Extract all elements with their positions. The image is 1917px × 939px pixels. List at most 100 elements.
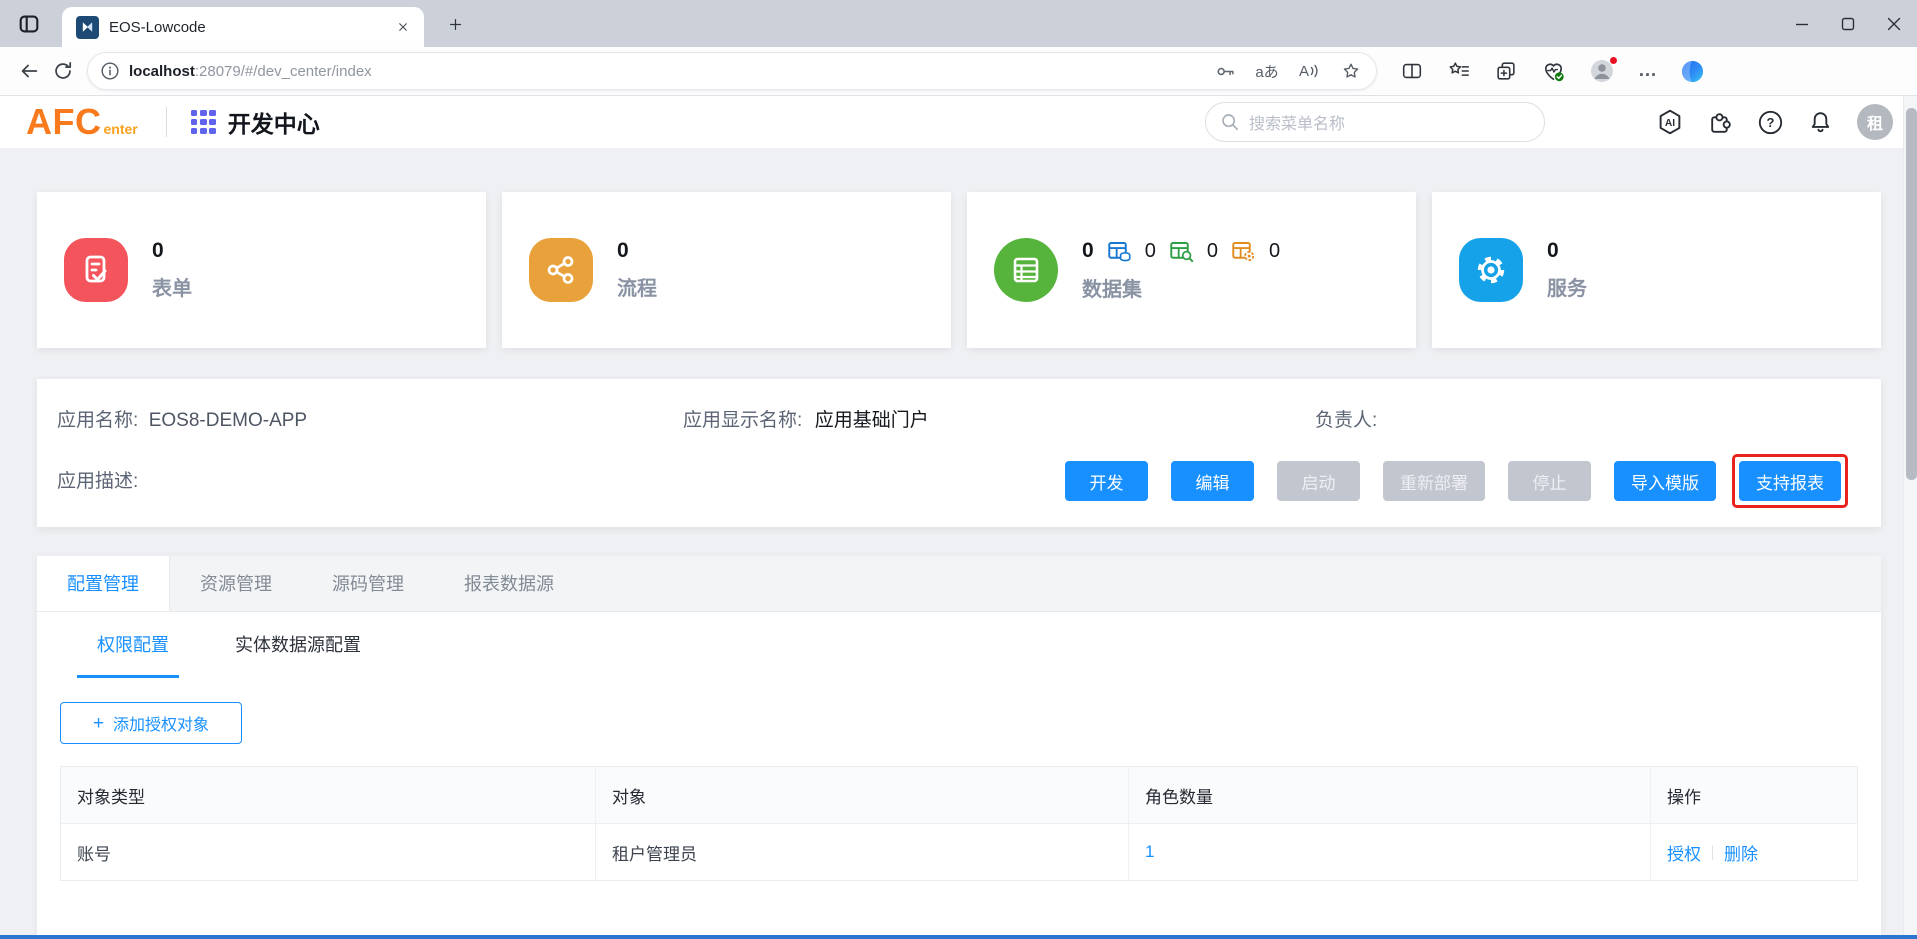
support-report-button[interactable]: 支持报表 [1739,461,1841,501]
profile-avatar[interactable] [1589,58,1615,84]
services-count: 0 [1547,239,1587,263]
search-icon [1220,112,1240,132]
app-name-label: 应用名称: [57,410,138,431]
browser-tab[interactable]: EOS-Lowcode [62,7,424,47]
stat-card-forms[interactable]: 0 表单 [37,192,486,348]
app-owner-label: 负责人: [1315,410,1377,431]
svg-text:?: ? [1767,115,1775,130]
config-card: 配置管理 资源管理 源码管理 报表数据源 权限配置 实体数据源配置 + 添加授权… [37,556,1881,939]
window-controls [1779,0,1917,47]
datasets-count: 0 [1082,239,1094,263]
browser-toolbar: localhost:28079/#/dev_center/index aあ A [0,47,1917,96]
url-text[interactable]: localhost:28079/#/dev_center/index [129,63,1208,80]
svg-text:AI: AI [1665,118,1675,129]
app-description-label: 应用描述: [57,466,138,493]
redeploy-button: 重新部署 [1383,461,1485,501]
header-icons: AI ? 租 [1656,104,1893,140]
page-title: 开发中心 [228,105,320,139]
dataset-search-count: 0 [1207,240,1218,263]
develop-button[interactable]: 开发 [1065,461,1148,501]
page-scrollbar[interactable] [1903,96,1917,939]
authorization-table: 对象类型 对象 角色数量 操作 账号 租户管理员 1 授权 删除 [60,766,1858,881]
collections-icon[interactable] [1494,59,1518,83]
cell-object: 租户管理员 [596,824,1129,880]
form-icon [64,238,128,302]
tenant-avatar[interactable]: 租 [1857,104,1893,140]
password-key-icon[interactable] [1208,54,1242,88]
datasets-label: 数据集 [1082,273,1280,302]
tab-resource-management[interactable]: 资源管理 [170,556,302,611]
address-bar[interactable]: localhost:28079/#/dev_center/index aあ A [88,53,1376,89]
notifications-bell-icon[interactable] [1807,109,1834,136]
stat-card-datasets[interactable]: 0 0 0 0 数据集 [967,192,1416,348]
tab-title: EOS-Lowcode [109,19,390,36]
copilot-icon[interactable] [1680,59,1705,84]
maximize-button[interactable] [1825,0,1871,47]
tab-close-icon[interactable] [390,14,416,40]
tab-config-management[interactable]: 配置管理 [37,556,170,611]
action-divider [1712,845,1713,860]
subtab-permission-config[interactable]: 权限配置 [87,612,179,678]
profile-notification-dot [1609,56,1618,65]
afcenter-logo[interactable]: AFC enter [26,106,138,138]
url-host: localhost [129,63,195,80]
role-count-link[interactable]: 1 [1145,842,1154,862]
subtab-entity-datasource-config[interactable]: 实体数据源配置 [225,612,371,678]
browser-essentials-icon[interactable] [1541,59,1566,84]
process-icon [529,238,593,302]
cell-object-type: 账号 [61,824,596,880]
tab-actions-icon[interactable] [14,9,44,39]
add-authorization-button[interactable]: + 添加授权对象 [60,702,242,744]
close-window-button[interactable] [1871,0,1917,47]
dataset-icon [994,238,1058,302]
plugins-icon[interactable] [1707,109,1734,136]
window-bottom-border [0,935,1917,939]
table-header-row: 对象类型 对象 角色数量 操作 [61,767,1857,823]
forms-count: 0 [152,239,192,263]
tab-source-management[interactable]: 源码管理 [302,556,434,611]
delete-link[interactable]: 删除 [1724,840,1758,865]
refresh-icon[interactable] [46,54,80,88]
app-info-card: 应用名称: EOS8-DEMO-APP 应用显示名称: 应用基础门户 负责人: … [37,379,1881,527]
toolbar-icons: … [1400,58,1705,84]
translate-icon[interactable]: aあ [1250,54,1284,88]
authorize-link[interactable]: 授权 [1667,840,1701,865]
forms-label: 表单 [152,272,192,301]
column-object: 对象 [596,767,1129,823]
back-icon[interactable] [12,54,46,88]
ai-assistant-icon[interactable]: AI [1656,108,1684,136]
edit-button[interactable]: 编辑 [1171,461,1254,501]
more-menu-icon[interactable]: … [1638,60,1657,82]
dataset-gear-icon [1231,239,1256,264]
stat-cards: 0 表单 0 流程 0 0 [37,192,1881,348]
dataset-search-icon [1169,239,1194,264]
column-object-type: 对象类型 [61,767,596,823]
header-divider [166,107,167,137]
search-placeholder: 搜索菜单名称 [1249,110,1345,134]
minimize-button[interactable] [1779,0,1825,47]
favorite-star-icon[interactable] [1334,54,1368,88]
favicon [76,16,99,39]
stat-card-services[interactable]: 0 服务 [1432,192,1881,348]
apps-grid-icon[interactable] [191,110,216,135]
help-icon[interactable]: ? [1757,109,1784,136]
import-template-button[interactable]: 导入模版 [1614,461,1716,501]
processes-count: 0 [617,239,657,263]
new-tab-button[interactable] [442,11,468,37]
services-label: 服务 [1547,272,1587,301]
app-action-buttons: 开发 编辑 启动 重新部署 停止 导入模版 支持报表 [1065,461,1841,501]
favorites-bar-icon[interactable] [1447,59,1471,83]
start-button: 启动 [1277,461,1360,501]
scrollbar-thumb[interactable] [1906,108,1917,480]
stop-button: 停止 [1508,461,1591,501]
tab-report-datasource[interactable]: 报表数据源 [434,556,584,611]
stat-card-processes[interactable]: 0 流程 [502,192,951,348]
read-aloud-icon[interactable]: A [1292,54,1326,88]
logo-text-main: AFC [26,106,102,138]
split-screen-icon[interactable] [1400,59,1424,83]
dataset-db-count: 0 [1145,240,1156,263]
menu-search-input[interactable]: 搜索菜单名称 [1205,102,1545,142]
plus-icon: + [93,714,104,733]
config-tab-bar: 配置管理 资源管理 源码管理 报表数据源 [37,556,1881,612]
site-info-icon[interactable] [100,61,120,81]
